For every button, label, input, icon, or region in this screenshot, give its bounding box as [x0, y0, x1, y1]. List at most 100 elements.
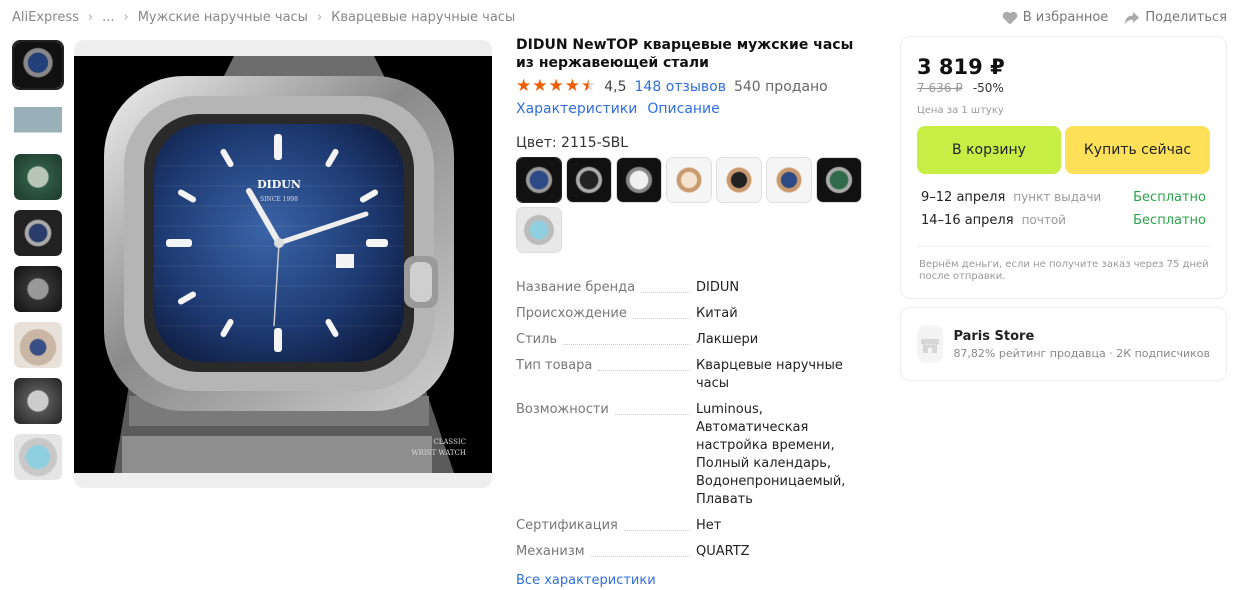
specs-link[interactable]: Характеристики: [516, 101, 637, 117]
color-label: Цвет: 2115-SBL: [516, 135, 629, 151]
thumbnail-6[interactable]: [12, 320, 64, 370]
thumbnail-8[interactable]: [12, 432, 64, 482]
spec-value: Кварцевые наручные часы: [696, 358, 843, 391]
chevron-right-icon: ›: [123, 10, 129, 25]
spec-value: Лакшери: [696, 332, 759, 347]
dial-since-text: SINCE 1998: [260, 196, 298, 203]
delivery-date: 14–16 апреля: [921, 213, 1014, 228]
delivery-date: 9–12 апреля: [921, 190, 1006, 205]
spec-row: Возможности Luminous, Автоматическая наст…: [516, 401, 876, 509]
old-price: 7 636 ₽: [917, 81, 963, 95]
chevron-right-icon: ›: [316, 10, 323, 25]
color-swatch-2[interactable]: [566, 157, 612, 203]
spec-row: Стиль Лакшери: [516, 331, 876, 349]
color-swatches: [516, 157, 866, 253]
spec-value: Китай: [696, 306, 738, 321]
sold-count: 540 продано: [733, 78, 828, 95]
spec-key: Происхождение: [516, 306, 627, 321]
chevron-right-icon: ›: [87, 10, 94, 25]
dial-brand-text: DIDUN: [257, 178, 301, 191]
favorite-button[interactable]: В избранное: [1002, 10, 1109, 25]
spec-row: Сертификация Нет: [516, 517, 876, 535]
breadcrumb-aliexpress[interactable]: AliExpress: [12, 10, 79, 25]
store-name[interactable]: Paris Store: [953, 329, 1210, 344]
share-label: Поделиться: [1145, 10, 1227, 25]
thumbnail-7[interactable]: [12, 376, 64, 426]
store-meta: 87,82% рейтинг продавца · 2К подписчиков: [953, 347, 1210, 360]
delivery-cost: Бесплатно: [1133, 190, 1206, 205]
spec-value: Нет: [696, 518, 722, 533]
divider: [917, 246, 1210, 247]
share-button[interactable]: Поделиться: [1124, 10, 1227, 25]
breadcrumb-ellipsis[interactable]: ...: [102, 10, 114, 25]
delivery-method: почтой: [1021, 213, 1066, 227]
breadcrumb: AliExpress › ... › Мужские наручные часы…: [12, 10, 515, 25]
star-half-icon: ★: [581, 76, 597, 96]
star-icon: ★: [516, 76, 532, 96]
purchase-buttons: В корзину Купить сейчас: [917, 126, 1210, 174]
spec-value: DIDUN: [696, 280, 740, 295]
color-swatch-3[interactable]: [616, 157, 662, 203]
heart-icon: [1002, 11, 1017, 24]
spec-value: QUARTZ: [696, 544, 750, 559]
delivery-row[interactable]: 14–16 апреля почтой Бесплатно: [917, 209, 1210, 232]
store-info: Paris Store 87,82% рейтинг продавца · 2К…: [953, 329, 1210, 360]
thumbnail-2[interactable]: [12, 96, 64, 146]
spec-value: Luminous, Автоматическая настройка време…: [696, 402, 846, 507]
spec-row: Механизм QUARTZ: [516, 543, 876, 561]
discount-badge: -50%: [972, 81, 1004, 95]
buy-now-button[interactable]: Купить сейчас: [1065, 126, 1210, 174]
store-followers: 2К подписчиков: [1116, 346, 1210, 360]
breadcrumb-mens-watches[interactable]: Мужские наручные часы: [138, 10, 308, 25]
spec-key: Возможности: [516, 402, 609, 417]
rating-row: ★ ★ ★ ★ ★ 4,5 148 отзывов 540 продано: [516, 78, 876, 95]
delivery-row[interactable]: 9–12 апреля пункт выдачи Бесплатно: [917, 186, 1210, 209]
store-icon: [921, 339, 940, 353]
breadcrumb-quartz-watches[interactable]: Кварцевые наручные часы: [331, 10, 515, 25]
spec-key: Сертификация: [516, 518, 618, 533]
specs-list: Название бренда DIDUN Происхождение Китай …: [516, 279, 876, 561]
refund-note: Вернём деньги, если не получите заказ че…: [919, 259, 1209, 282]
reviews-link[interactable]: 148 отзывов: [635, 79, 726, 95]
spec-key: Механизм: [516, 544, 585, 559]
thumbnail-3[interactable]: [12, 152, 64, 202]
all-specs-link[interactable]: Все характеристики: [516, 573, 656, 588]
spec-key: Стиль: [516, 332, 558, 347]
spec-row: Название бренда DIDUN: [516, 279, 876, 297]
color-swatch-1[interactable]: [516, 157, 562, 203]
color-swatch-6[interactable]: [766, 157, 812, 203]
favorite-label: В избранное: [1022, 10, 1109, 25]
info-links: Характеристики Описание: [516, 101, 876, 117]
watch-illustration: DIDUN SINCE 1998 CLASSIC WRIST WATCH: [74, 56, 492, 473]
star-icon: ★: [564, 76, 580, 96]
add-to-cart-button[interactable]: В корзину: [917, 126, 1061, 174]
color-swatch-8[interactable]: [516, 207, 562, 253]
spec-row: Тип товара Кварцевые наручные часы: [516, 357, 876, 393]
product-main-image[interactable]: DIDUN SINCE 1998 CLASSIC WRIST WATCH: [74, 40, 492, 488]
unit-price-note: Цена за 1 штуку: [917, 105, 1004, 116]
old-price-row: 7 636 ₽ -50%: [917, 81, 1210, 95]
thumbnail-5[interactable]: [12, 264, 64, 314]
store-card[interactable]: Paris Store 87,82% рейтинг продавца · 2К…: [900, 307, 1227, 381]
current-price: 3 819 ₽: [917, 55, 1005, 79]
thumbnail-4[interactable]: [12, 208, 64, 258]
watch-photo: DIDUN SINCE 1998 CLASSIC WRIST WATCH: [74, 56, 492, 473]
wrist-watch-text: WRIST WATCH: [411, 449, 466, 457]
thumbnail-list: [12, 40, 64, 488]
spec-key: Название бренда: [516, 280, 636, 295]
color-swatch-7[interactable]: [816, 157, 862, 203]
store-logo: [917, 325, 944, 363]
thumbnail-1[interactable]: [12, 40, 64, 90]
description-link[interactable]: Описание: [647, 101, 719, 117]
rating-stars: ★ ★ ★ ★ ★: [516, 78, 596, 95]
top-actions: В избранное Поделиться: [1002, 10, 1227, 25]
color-swatch-4[interactable]: [666, 157, 712, 203]
color-swatch-5[interactable]: [716, 157, 762, 203]
star-icon: ★: [532, 76, 548, 96]
rating-value: 4,5: [604, 78, 627, 95]
spec-row: Происхождение Китай: [516, 305, 876, 323]
delivery-options: 9–12 апреля пункт выдачи Бесплатно 14–16 …: [917, 186, 1210, 232]
product-info: DIDUN NewTOP кварцевые мужские часы из н…: [516, 36, 876, 588]
delivery-cost: Бесплатно: [1133, 213, 1206, 228]
delivery-method: пункт выдачи: [1013, 190, 1102, 204]
